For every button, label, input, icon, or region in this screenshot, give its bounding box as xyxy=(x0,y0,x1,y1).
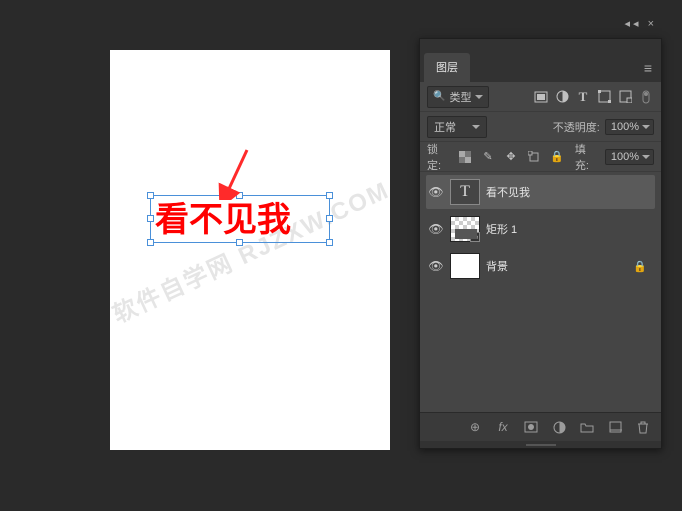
panel-footer: ⊕ fx xyxy=(420,412,661,441)
visibility-toggle[interactable]: 👁 xyxy=(428,185,444,199)
blend-mode-label: 正常 xyxy=(434,119,456,135)
transform-handle-tl[interactable] xyxy=(147,192,154,199)
adjustment-layer-icon[interactable] xyxy=(551,419,567,435)
visibility-toggle[interactable]: 👁 xyxy=(428,259,444,273)
layer-name-label[interactable]: 看不见我 xyxy=(486,184,530,200)
visibility-toggle[interactable]: 👁 xyxy=(428,222,444,236)
panel-collapse-controls[interactable]: ◂◂ × xyxy=(624,17,657,30)
text-layer-bounding-box[interactable]: 看不见我 xyxy=(150,195,330,243)
delete-layer-icon[interactable] xyxy=(635,419,651,435)
filter-adjustment-icon[interactable] xyxy=(554,89,570,105)
layer-list: 👁 T 看不见我 👁 ▭ 矩形 1 👁 背景 🔒 xyxy=(420,172,661,412)
layer-mask-icon[interactable] xyxy=(523,419,539,435)
transform-handle-mr[interactable] xyxy=(326,215,333,222)
filter-text-icon[interactable]: T xyxy=(575,89,591,105)
text-layer-content[interactable]: 看不见我 xyxy=(151,196,329,244)
opacity-label: 不透明度: xyxy=(553,119,600,135)
layer-item-background[interactable]: 👁 背景 🔒 xyxy=(426,249,655,283)
chevron-down-icon xyxy=(475,95,483,99)
filter-toggle-icon[interactable] xyxy=(638,89,654,105)
chevron-down-icon xyxy=(642,155,650,159)
opacity-value: 100% xyxy=(611,121,639,133)
lock-position-icon[interactable]: ✥ xyxy=(503,149,519,165)
layer-thumbnail[interactable]: ▭ xyxy=(450,216,480,242)
document-canvas[interactable]: 软件自学网 RJZXW.COM xyxy=(110,50,390,450)
layers-panel: ◂◂ × 图层 ≡ 🔍 类型 T 正常 不 xyxy=(419,38,662,449)
panel-tabs: 图层 ≡ xyxy=(420,47,661,82)
transform-handle-br[interactable] xyxy=(326,239,333,246)
filter-type-select[interactable]: 🔍 类型 xyxy=(427,86,489,108)
transform-handle-ml[interactable] xyxy=(147,215,154,222)
filter-pixel-icon[interactable] xyxy=(533,89,549,105)
panel-menu-icon[interactable]: ≡ xyxy=(644,60,653,76)
opacity-input[interactable]: 100% xyxy=(605,119,654,135)
chevron-down-icon xyxy=(642,125,650,129)
panel-titlebar[interactable]: ◂◂ × xyxy=(420,39,661,47)
chevron-down-icon xyxy=(472,125,480,129)
filter-type-label: 类型 xyxy=(449,89,471,105)
lock-label: 锁定: xyxy=(427,141,452,173)
group-icon[interactable] xyxy=(579,419,595,435)
layer-item-shape[interactable]: 👁 ▭ 矩形 1 xyxy=(426,212,655,246)
layer-name-label[interactable]: 背景 xyxy=(486,258,508,274)
lock-all-icon[interactable]: 🔒 xyxy=(549,149,565,165)
filter-smart-icon[interactable] xyxy=(617,89,633,105)
transform-handle-bc[interactable] xyxy=(236,239,243,246)
layer-style-icon[interactable]: fx xyxy=(495,419,511,435)
layer-thumbnail[interactable] xyxy=(450,253,480,279)
search-icon: 🔍 xyxy=(433,91,445,102)
layer-name-label[interactable]: 矩形 1 xyxy=(486,221,517,237)
blend-opacity-row: 正常 不透明度: 100% xyxy=(420,112,661,142)
new-layer-icon[interactable] xyxy=(607,419,623,435)
layer-item-text[interactable]: 👁 T 看不见我 xyxy=(426,175,655,209)
panel-resize-grip[interactable] xyxy=(420,441,661,448)
tab-layers[interactable]: 图层 xyxy=(424,53,470,82)
link-layers-icon[interactable]: ⊕ xyxy=(467,419,483,435)
transform-handle-bl[interactable] xyxy=(147,239,154,246)
transform-handle-tr[interactable] xyxy=(326,192,333,199)
lock-pixels-icon[interactable]: ✎ xyxy=(480,149,496,165)
blend-mode-select[interactable]: 正常 xyxy=(427,116,487,138)
fill-value: 100% xyxy=(611,151,639,163)
filter-shape-icon[interactable] xyxy=(596,89,612,105)
shape-badge-icon: ▭ xyxy=(470,232,480,242)
lock-artboard-icon[interactable] xyxy=(526,149,542,165)
transform-handle-tc[interactable] xyxy=(236,192,243,199)
layer-filter-row: 🔍 类型 T xyxy=(420,82,661,112)
fill-input[interactable]: 100% xyxy=(605,149,654,165)
lock-transparency-icon[interactable] xyxy=(457,149,473,165)
lock-fill-row: 锁定: ✎ ✥ 🔒 填充: 100% xyxy=(420,142,661,172)
lock-icon: 🔒 xyxy=(633,260,647,273)
layer-thumbnail[interactable]: T xyxy=(450,179,480,205)
fill-label: 填充: xyxy=(575,141,600,173)
